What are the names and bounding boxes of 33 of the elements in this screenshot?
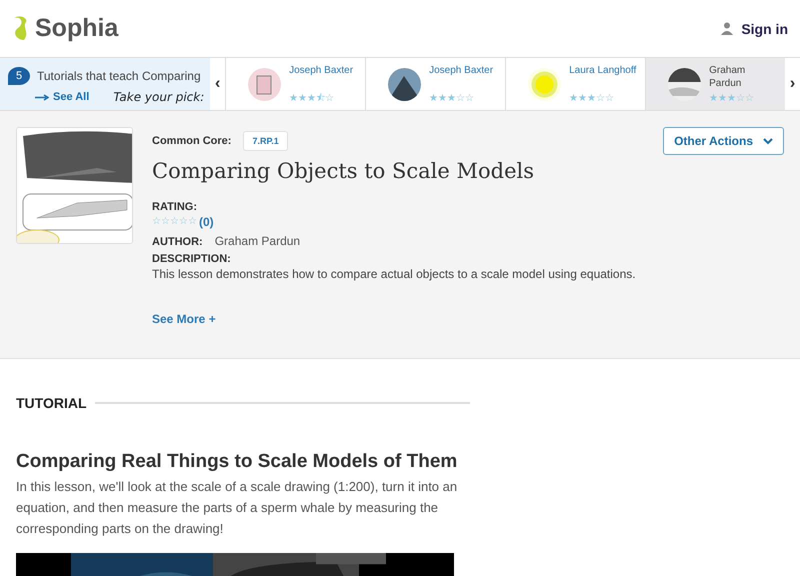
tutorial-heading: Comparing Real Things to Scale Models of Them bbox=[16, 451, 458, 473]
lesson-title: Comparing Objects to Scale Models bbox=[152, 159, 535, 183]
carousel-title: Tutorials that teach Comparing bbox=[37, 69, 201, 83]
author-name[interactable]: Laura Langhoff bbox=[569, 64, 636, 77]
author-name[interactable]: Joseph Baxter bbox=[429, 64, 494, 77]
star-rating: ★★★☆☆ bbox=[429, 94, 476, 104]
see-more-link[interactable]: See More + bbox=[152, 312, 784, 326]
count-badge: 5 bbox=[8, 67, 30, 85]
common-core-label: Common Core: bbox=[152, 135, 232, 147]
author-name[interactable]: Graham Pardun bbox=[709, 64, 778, 90]
author-label: AUTHOR: bbox=[152, 236, 203, 248]
sign-in-link[interactable]: Sign in bbox=[721, 20, 788, 36]
tutorial-card[interactable]: Graham Pardun ★★★☆☆ bbox=[645, 58, 786, 110]
see-all-link[interactable]: See All bbox=[53, 91, 90, 103]
standard-tag[interactable]: 7.RP.1 bbox=[243, 131, 288, 151]
description-text: This lesson demonstrates how to compare actual objects to a scale model using equations. bbox=[152, 267, 637, 281]
other-actions-button[interactable]: Other Actions bbox=[663, 127, 784, 155]
pick-caption: Take your pick: bbox=[113, 90, 204, 104]
author-name[interactable]: Joseph Baxter bbox=[289, 64, 354, 77]
author-name: Graham Pardun bbox=[214, 234, 300, 248]
chevron-down-icon bbox=[763, 138, 773, 144]
logo-text[interactable]: Sophia bbox=[35, 14, 118, 43]
rating-count: (0) bbox=[199, 215, 214, 229]
star-rating: ★★★☆☆ bbox=[709, 94, 756, 104]
star-rating: ★★★☆☆ bbox=[569, 94, 616, 104]
person-icon bbox=[721, 22, 734, 35]
arrow-right-icon bbox=[35, 94, 49, 100]
description-label: DESCRIPTION: bbox=[152, 253, 232, 265]
tutorial-body: In this lesson, we'll look at the scale of a scale drawing (1:200), turn it into an equation, and then measure the parts of a sperm whale by measuring the corresponding parts on the drawing! bbox=[16, 478, 458, 538]
star-rating: ★★★⯪☆ bbox=[289, 94, 336, 104]
section-heading: TUTORIAL bbox=[16, 395, 87, 411]
star-rating: ☆☆☆☆☆ bbox=[152, 217, 197, 227]
rating-label: RATING: bbox=[152, 201, 198, 213]
